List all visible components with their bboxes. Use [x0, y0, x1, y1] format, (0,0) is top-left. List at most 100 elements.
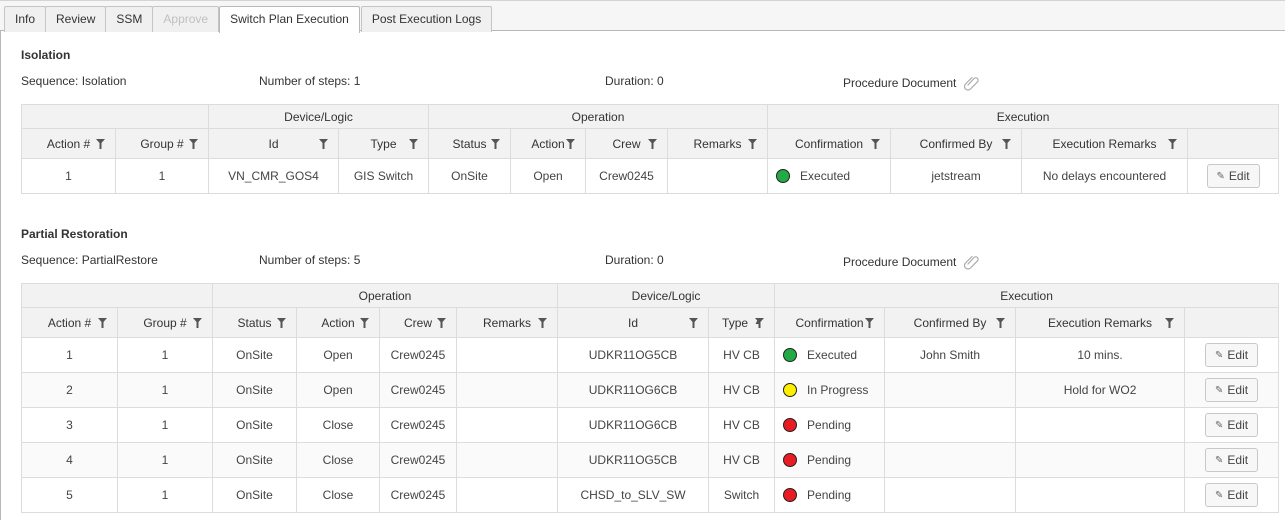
filter-icon[interactable] — [689, 317, 699, 328]
partial-restoration-table: Operation Device/Logic Execution Action … — [21, 283, 1280, 513]
edit-button[interactable]: ✎ Edit — [1205, 413, 1259, 437]
filter-icon[interactable] — [996, 317, 1006, 328]
cell-confirmed-by: John Smith — [884, 337, 1017, 373]
cell-action-no: 1 — [21, 158, 116, 194]
switch-plan-execution-panel: Isolation Sequence: Isolation Number of … — [0, 30, 1285, 520]
filter-icon[interactable] — [360, 317, 369, 328]
column-header-status[interactable]: Status — [212, 307, 297, 338]
cell-remarks — [667, 158, 769, 194]
cell-group-no: 1 — [117, 442, 213, 478]
column-header-confirmed-by[interactable]: Confirmed By — [890, 128, 1023, 159]
column-header-label: Execution Remarks — [1048, 315, 1153, 330]
edit-button[interactable]: ✎ Edit — [1206, 164, 1260, 188]
cell-type: Switch — [708, 477, 776, 513]
column-header-group-no[interactable]: Group # — [115, 128, 209, 159]
status-pending-icon — [783, 453, 798, 467]
column-header-type[interactable]: Type ▲ — [708, 307, 776, 338]
filter-icon[interactable] — [98, 317, 107, 328]
edit-button[interactable]: ✎ Edit — [1205, 483, 1259, 507]
column-header-type[interactable]: Type — [337, 128, 430, 159]
filter-icon[interactable] — [491, 138, 501, 149]
cell-type: HV CB — [708, 337, 776, 373]
column-header-label: Type — [722, 315, 749, 330]
cell-remarks — [455, 477, 559, 513]
edit-button[interactable]: ✎ Edit — [1205, 378, 1259, 402]
column-header-confirmed-by[interactable]: Confirmed By — [884, 307, 1017, 338]
tab-ssm[interactable]: SSM — [105, 6, 154, 32]
column-header-label: Action # — [46, 136, 91, 151]
tab-switch-plan-execution[interactable]: Switch Plan Execution — [219, 6, 360, 33]
tab-post-execution-logs[interactable]: Post Execution Logs — [360, 6, 493, 32]
cell-id: CHSD_to_SLV_SW — [557, 477, 710, 513]
edit-label: Edit — [1227, 488, 1249, 502]
paperclip-icon[interactable] — [964, 75, 980, 91]
filter-icon[interactable] — [748, 138, 758, 149]
column-header-confirmation[interactable]: Confirmation — [767, 128, 892, 159]
confirmation-label: In Progress — [807, 383, 869, 397]
filter-icon[interactable] — [1165, 317, 1175, 328]
column-header-action-no[interactable]: Action # — [21, 307, 118, 338]
filter-icon[interactable] — [96, 138, 105, 149]
cell-crew: Crew0245 — [585, 158, 669, 194]
filter-icon[interactable] — [648, 138, 658, 149]
column-header-label: Confirmed By — [919, 136, 993, 151]
column-header-action[interactable]: Action — [296, 307, 380, 338]
edit-button[interactable]: ✎ Edit — [1205, 343, 1259, 367]
cell-action-no: 4 — [21, 442, 118, 478]
column-header-remarks[interactable]: Remarks — [667, 128, 769, 159]
cell-crew: Crew0245 — [379, 372, 457, 408]
cell-type: GIS Switch — [337, 158, 430, 194]
cell-confirmation: Pending — [774, 407, 886, 443]
cell-status: OnSite — [428, 158, 512, 194]
partial-restoration-section-title: Partial Restoration — [21, 227, 128, 241]
column-header-id[interactable]: Id — [208, 128, 339, 159]
cell-remarks — [455, 372, 559, 408]
filter-icon[interactable] — [566, 138, 576, 149]
column-header-crew[interactable]: Crew — [585, 128, 669, 159]
column-header-label: Action — [531, 136, 565, 151]
tab-review[interactable]: Review — [45, 6, 107, 32]
filter-icon[interactable] — [189, 138, 198, 149]
filter-icon[interactable] — [437, 317, 446, 328]
filter-icon[interactable] — [871, 138, 881, 149]
cell-group-no: 1 — [115, 158, 209, 194]
filter-icon[interactable] — [409, 138, 419, 149]
cell-group-no: 1 — [117, 337, 213, 373]
column-header-status[interactable]: Status — [428, 128, 512, 159]
filter-icon[interactable] — [1002, 138, 1012, 149]
filter-icon[interactable] — [1168, 138, 1178, 149]
filter-icon[interactable] — [193, 317, 202, 328]
cell-action-no: 5 — [21, 477, 118, 513]
confirmation-status: Pending — [776, 453, 884, 467]
filter-icon[interactable] — [277, 317, 286, 328]
edit-button[interactable]: ✎ Edit — [1205, 448, 1259, 472]
cell-remarks — [455, 407, 559, 443]
cell-action: Close — [296, 477, 380, 513]
cell-action-no: 3 — [21, 407, 118, 443]
status-pending-icon — [783, 488, 798, 502]
column-header-confirmation[interactable]: Confirmation — [774, 307, 886, 338]
procedure-document-label: Procedure Document — [843, 76, 957, 90]
column-header-id[interactable]: Id — [557, 307, 710, 338]
pencil-icon: ✎ — [1215, 419, 1224, 431]
column-header-execution-remarks[interactable]: Execution Remarks — [1021, 128, 1189, 159]
column-header-content: Execution Remarks — [1023, 137, 1187, 151]
column-header-action[interactable]: Action — [510, 128, 587, 159]
filter-icon[interactable] — [319, 138, 328, 149]
filter-icon[interactable] — [538, 317, 548, 328]
filter-icon[interactable] — [865, 317, 875, 328]
column-header-remarks[interactable]: Remarks — [455, 307, 559, 338]
cell-id: UDKR11OG6CB — [557, 372, 710, 408]
column-header-crew[interactable]: Crew — [379, 307, 457, 338]
tab-info[interactable]: Info — [4, 6, 47, 32]
column-header-label: Type — [370, 136, 397, 151]
filter-icon[interactable] — [755, 317, 765, 328]
column-header-group-no[interactable]: Group # — [117, 307, 213, 338]
column-header-action-no[interactable]: Action # — [21, 128, 116, 159]
paperclip-icon[interactable] — [964, 254, 980, 270]
cell-confirmation: Pending — [774, 442, 886, 478]
table-row: 1 1 VN_CMR_GOS4 GIS Switch OnSite Open Crew024… — [21, 158, 1280, 194]
column-header-execution-remarks[interactable]: Execution Remarks — [1015, 307, 1186, 338]
table-row: 1 1 OnSite Open Crew0245 UDKR11OG5CB HV CB Exec… — [21, 337, 1280, 373]
group-header-blank — [21, 104, 209, 129]
